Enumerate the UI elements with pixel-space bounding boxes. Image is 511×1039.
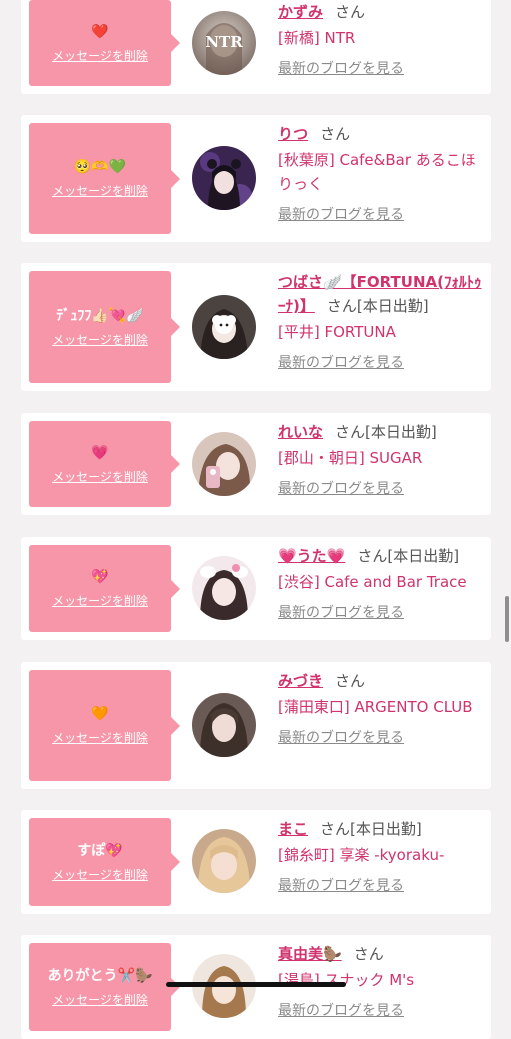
message-text: 🧡 xyxy=(91,706,109,722)
message-bubble: ﾃﾞｭﾌﾌ👍🏻💘🪽 メッセージを削除 xyxy=(29,271,180,383)
list-item: ありがとう✂️🦫 メッセージを削除 真由美🦫 さん [湯島] スナック M's 最… xyxy=(21,935,491,1039)
latest-blog-link[interactable]: 最新のブログを見る xyxy=(278,479,483,499)
honorific: さん xyxy=(353,945,384,963)
latest-blog-link[interactable]: 最新のブログを見る xyxy=(278,876,483,896)
cast-name-link[interactable]: 真由美🦫 xyxy=(278,945,342,963)
home-indicator[interactable] xyxy=(166,982,346,987)
honorific: さん xyxy=(335,672,366,690)
cast-name-link[interactable]: れいな xyxy=(278,423,323,441)
delete-message-link[interactable]: メッセージを削除 xyxy=(52,991,148,1008)
message-text: ﾃﾞｭﾌﾌ👍🏻💘🪽 xyxy=(56,307,144,324)
honorific: さん xyxy=(357,547,388,565)
shop-name: [湯島] スナック M's xyxy=(278,971,415,989)
shop-name: [郡山・朝日] SUGAR xyxy=(278,449,423,467)
list-item: ❤️ メッセージを削除 NTR かずみ さん [新橋] NTR 最新のブログを見る xyxy=(21,0,491,94)
delete-message-link[interactable]: メッセージを削除 xyxy=(52,182,148,199)
latest-blog-link[interactable]: 最新のブログを見る xyxy=(278,205,483,225)
cast-name-link[interactable]: 💗うた💗 xyxy=(278,547,345,565)
list-item: ﾃﾞｭﾌﾌ👍🏻💘🪽 メッセージを削除 つばさ🪽【FORTUNA(ﾌｫﾙﾄｩｰﾅ)… xyxy=(21,263,491,391)
cast-name-link[interactable]: かずみ xyxy=(278,3,323,21)
message-text: ありがとう✂️🦫 xyxy=(47,967,153,984)
entry-info: つばさ🪽【FORTUNA(ﾌｫﾙﾄｩｰﾅ)】 さん[本日出勤] [平井] FORT… xyxy=(278,270,483,373)
entry-info: れいな さん[本日出勤] [郡山・朝日] SUGAR 最新のブログを見る xyxy=(278,420,483,499)
message-bubble: 💖 メッセージを削除 xyxy=(29,545,180,632)
status-text: [本日出勤] xyxy=(387,547,460,565)
entry-info: みづき さん [蒲田東口] ARGENTO CLUB 最新のブログを見る xyxy=(278,669,483,748)
message-bubble: 💗 メッセージを削除 xyxy=(29,421,180,507)
message-text: ❤️ xyxy=(91,23,109,40)
status-text: [本日出勤] xyxy=(350,820,422,838)
honorific: さん xyxy=(320,820,351,838)
avatar[interactable] xyxy=(192,829,256,893)
message-text: 💖 xyxy=(91,569,109,585)
delete-message-link[interactable]: メッセージを削除 xyxy=(52,729,148,746)
shop-name: [錦糸町] 享楽 -kyoraku- xyxy=(278,846,445,864)
status-text: [本日出勤] xyxy=(365,423,437,441)
latest-blog-link[interactable]: 最新のブログを見る xyxy=(278,59,483,79)
cast-name-link[interactable]: まこ xyxy=(278,820,308,838)
delete-message-link[interactable]: メッセージを削除 xyxy=(52,331,148,348)
avatar[interactable] xyxy=(192,295,256,359)
entry-info: かずみ さん [新橋] NTR 最新のブログを見る xyxy=(278,0,483,79)
shop-name: [新橋] NTR xyxy=(278,29,356,47)
avatar[interactable] xyxy=(192,693,256,757)
delete-message-link[interactable]: メッセージを削除 xyxy=(52,866,148,883)
scrollbar[interactable] xyxy=(505,596,509,642)
message-bubble: ❤️ メッセージを削除 xyxy=(29,0,180,86)
honorific: さん xyxy=(335,423,366,441)
message-bubble: すぽ💖 メッセージを削除 xyxy=(29,818,180,906)
latest-blog-link[interactable]: 最新のブログを見る xyxy=(278,1001,483,1021)
honorific: さん xyxy=(326,297,357,315)
latest-blog-link[interactable]: 最新のブログを見る xyxy=(278,728,483,748)
avatar[interactable] xyxy=(192,432,256,496)
entry-info: りつ さん [秋葉原] Cafe&Bar あるこほりっく 最新のブログを見る xyxy=(278,122,483,225)
list-item: 🥺🫶💚 メッセージを削除 りつ さん [秋葉原] Cafe&Bar あるこほりっく… xyxy=(21,115,491,242)
shop-name: [渋谷] Cafe and Bar Trace xyxy=(278,573,467,591)
list-item: すぽ💖 メッセージを削除 まこ さん[本日出勤] [錦糸町] 享楽 -kyorak… xyxy=(21,810,491,914)
list-item: 💗 メッセージを削除 れいな さん[本日出勤] [郡山・朝日] SUGAR 最新の… xyxy=(21,413,491,515)
svg-text:NTR: NTR xyxy=(205,33,243,51)
avatar[interactable] xyxy=(192,556,256,620)
honorific: さん xyxy=(320,125,351,143)
shop-name: [蒲田東口] ARGENTO CLUB xyxy=(278,698,473,716)
delete-message-link[interactable]: メッセージを削除 xyxy=(52,468,148,485)
latest-blog-link[interactable]: 最新のブログを見る xyxy=(278,603,483,623)
honorific: さん xyxy=(335,3,366,21)
entry-info: 💗うた💗 さん[本日出勤] [渋谷] Cafe and Bar Trace 最新の… xyxy=(278,544,483,623)
latest-blog-link[interactable]: 最新のブログを見る xyxy=(278,353,483,373)
message-bubble: ありがとう✂️🦫 メッセージを削除 xyxy=(29,943,180,1031)
status-text: [本日出勤] xyxy=(356,297,429,315)
shop-name: [秋葉原] Cafe&Bar あるこほりっく xyxy=(278,151,476,193)
avatar[interactable]: NTR xyxy=(192,11,256,75)
list-item: 🧡 メッセージを削除 みづき さん [蒲田東口] ARGENTO CLUB 最新の… xyxy=(21,662,491,789)
message-text: 🥺🫶💚 xyxy=(73,159,127,175)
cast-name-link[interactable]: りつ xyxy=(278,125,308,143)
avatar[interactable] xyxy=(192,146,256,210)
delete-message-link[interactable]: メッセージを削除 xyxy=(52,47,148,64)
entry-info: まこ さん[本日出勤] [錦糸町] 享楽 -kyoraku- 最新のブログを見る xyxy=(278,817,483,896)
shop-name: [平井] FORTUNA xyxy=(278,323,396,341)
message-bubble: 🧡 メッセージを削除 xyxy=(29,670,180,781)
message-text: 💗 xyxy=(91,444,109,461)
message-bubble: 🥺🫶💚 メッセージを削除 xyxy=(29,123,180,234)
message-text: すぽ💖 xyxy=(77,842,123,859)
list-item: 💖 メッセージを削除 💗うた💗 さん[本日出勤] [渋谷] Cafe and Ba… xyxy=(21,537,491,640)
delete-message-link[interactable]: メッセージを削除 xyxy=(52,592,148,609)
cast-name-link[interactable]: みづき xyxy=(278,672,323,690)
